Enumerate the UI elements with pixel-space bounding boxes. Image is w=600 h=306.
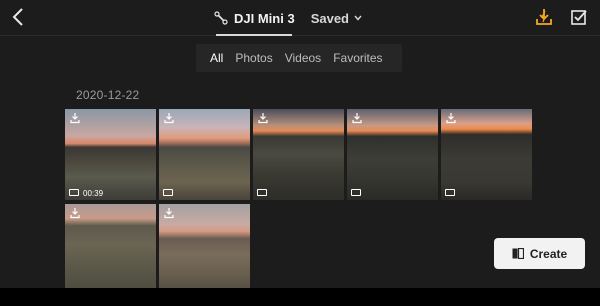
media-thumbnail[interactable] [65, 204, 156, 295]
book-icon [512, 248, 524, 259]
download-icon [446, 113, 456, 124]
top-bar: DJI Mini 3 Saved [0, 0, 600, 36]
date-heading: 2020-12-22 [76, 88, 140, 102]
video-icon [257, 189, 267, 196]
media-thumbnail[interactable] [441, 109, 532, 200]
download-icon [70, 113, 80, 124]
tab-videos[interactable]: Videos [285, 51, 321, 65]
chevron-left-icon[interactable] [8, 6, 30, 28]
drone-icon [214, 11, 228, 25]
download-icon [164, 113, 174, 124]
download-icon [352, 113, 362, 124]
media-thumbnail[interactable] [347, 109, 438, 200]
title-underline [216, 34, 292, 36]
download-icon[interactable] [534, 7, 554, 27]
media-thumbnail[interactable]: 00:39 [65, 109, 156, 200]
video-icon [445, 189, 455, 196]
chevron-down-icon [354, 15, 362, 21]
filter-tabs: All Photos Videos Favorites [196, 44, 402, 72]
media-thumbnail[interactable] [159, 204, 250, 295]
tab-photos[interactable]: Photos [235, 51, 272, 65]
media-thumbnail[interactable] [253, 109, 344, 200]
device-title-group: DJI Mini 3 Saved [214, 8, 363, 28]
video-icon [163, 189, 173, 196]
download-icon [164, 208, 174, 219]
media-thumbnail[interactable] [159, 109, 250, 200]
device-name: DJI Mini 3 [234, 10, 295, 26]
saved-dropdown-label: Saved [310, 10, 349, 26]
create-button[interactable]: Create [494, 238, 585, 269]
tab-favorites[interactable]: Favorites [333, 51, 382, 65]
create-button-label: Create [529, 246, 568, 261]
download-icon [70, 208, 80, 219]
video-icon [69, 189, 79, 196]
video-icon [351, 189, 361, 196]
download-icon [258, 113, 268, 124]
tab-all[interactable]: All [210, 51, 223, 65]
bottom-edge [0, 288, 600, 306]
checkbox-icon[interactable] [570, 8, 588, 26]
video-duration: 00:39 [83, 189, 104, 198]
saved-dropdown[interactable]: Saved [311, 11, 363, 26]
